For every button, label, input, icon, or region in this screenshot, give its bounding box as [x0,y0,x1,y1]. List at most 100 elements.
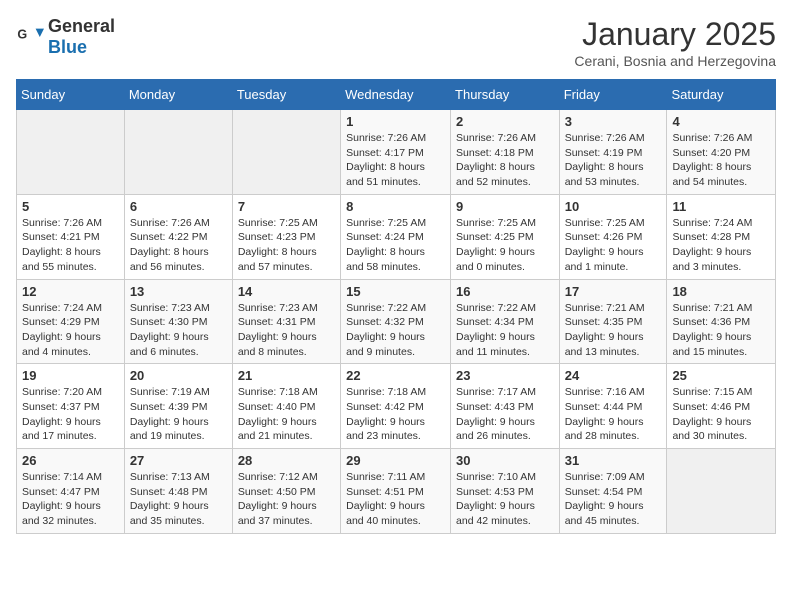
logo-text-general: General [48,16,115,36]
weekday-sunday: Sunday [17,80,125,110]
weekday-wednesday: Wednesday [341,80,451,110]
day-info: Sunrise: 7:14 AM Sunset: 4:47 PM Dayligh… [22,470,119,529]
day-number: 16 [456,284,554,299]
day-number: 28 [238,453,335,468]
day-number: 23 [456,368,554,383]
title-block: January 2025 Cerani, Bosnia and Herzegov… [574,16,776,69]
calendar-cell: 28 Sunrise: 7:12 AM Sunset: 4:50 PM Dayli… [232,449,340,534]
day-info: Sunrise: 7:11 AM Sunset: 4:51 PM Dayligh… [346,470,445,529]
day-info: Sunrise: 7:23 AM Sunset: 4:31 PM Dayligh… [238,301,335,360]
day-number: 20 [130,368,227,383]
day-info: Sunrise: 7:13 AM Sunset: 4:48 PM Dayligh… [130,470,227,529]
day-info: Sunrise: 7:09 AM Sunset: 4:54 PM Dayligh… [565,470,662,529]
day-info: Sunrise: 7:26 AM Sunset: 4:22 PM Dayligh… [130,216,227,275]
day-number: 2 [456,114,554,129]
logo-icon: G [16,23,44,51]
page-header: G General Blue January 2025 Cerani, Bosn… [16,16,776,69]
calendar-cell: 27Sunrise: 7:13 AM Sunset: 4:48 PM Dayli… [124,449,232,534]
calendar-cell: 7 Sunrise: 7:25 AM Sunset: 4:23 PM Daylig… [232,194,340,279]
day-number: 17 [565,284,662,299]
calendar-cell: 25Sunrise: 7:15 AM Sunset: 4:46 PM Dayli… [667,364,776,449]
calendar-cell [667,449,776,534]
weekday-monday: Monday [124,80,232,110]
day-number: 19 [22,368,119,383]
calendar-cell: 31 Sunrise: 7:09 AM Sunset: 4:54 PM Dayli… [559,449,667,534]
day-number: 24 [565,368,662,383]
location-subtitle: Cerani, Bosnia and Herzegovina [574,53,776,69]
day-info: Sunrise: 7:26 AM Sunset: 4:21 PM Dayligh… [22,216,119,275]
calendar-cell: 24 Sunrise: 7:16 AM Sunset: 4:44 PM Dayli… [559,364,667,449]
day-number: 15 [346,284,445,299]
day-number: 13 [130,284,227,299]
day-info: Sunrise: 7:21 AM Sunset: 4:35 PM Dayligh… [565,301,662,360]
day-info: Sunrise: 7:19 AM Sunset: 4:39 PM Dayligh… [130,385,227,444]
calendar-cell: 30Sunrise: 7:10 AM Sunset: 4:53 PM Dayli… [451,449,560,534]
month-title: January 2025 [574,16,776,53]
day-number: 29 [346,453,445,468]
calendar-cell: 12 Sunrise: 7:24 AM Sunset: 4:29 PM Dayli… [17,279,125,364]
day-number: 30 [456,453,554,468]
day-number: 26 [22,453,119,468]
weekday-tuesday: Tuesday [232,80,340,110]
day-number: 4 [672,114,770,129]
day-info: Sunrise: 7:12 AM Sunset: 4:50 PM Dayligh… [238,470,335,529]
calendar-cell: 20 Sunrise: 7:19 AM Sunset: 4:39 PM Dayli… [124,364,232,449]
calendar-cell: 17 Sunrise: 7:21 AM Sunset: 4:35 PM Dayli… [559,279,667,364]
day-number: 10 [565,199,662,214]
calendar-body: 1 Sunrise: 7:26 AM Sunset: 4:17 PM Daylig… [17,110,776,534]
weekday-header-row: SundayMondayTuesdayWednesdayThursdayFrid… [17,80,776,110]
calendar-cell: 14 Sunrise: 7:23 AM Sunset: 4:31 PM Dayli… [232,279,340,364]
day-number: 21 [238,368,335,383]
calendar-cell: 19Sunrise: 7:20 AM Sunset: 4:37 PM Dayli… [17,364,125,449]
day-number: 12 [22,284,119,299]
day-number: 31 [565,453,662,468]
day-number: 1 [346,114,445,129]
weekday-saturday: Saturday [667,80,776,110]
day-number: 6 [130,199,227,214]
day-info: Sunrise: 7:25 AM Sunset: 4:26 PM Dayligh… [565,216,662,275]
calendar-header: SundayMondayTuesdayWednesdayThursdayFrid… [17,80,776,110]
logo-text-blue: Blue [48,37,87,57]
calendar-cell [124,110,232,195]
calendar-table: SundayMondayTuesdayWednesdayThursdayFrid… [16,79,776,534]
calendar-cell: 18 Sunrise: 7:21 AM Sunset: 4:36 PM Dayli… [667,279,776,364]
calendar-cell: 2 Sunrise: 7:26 AM Sunset: 4:18 PM Daylig… [451,110,560,195]
calendar-cell: 8 Sunrise: 7:25 AM Sunset: 4:24 PM Daylig… [341,194,451,279]
calendar-cell: 5 Sunrise: 7:26 AM Sunset: 4:21 PM Daylig… [17,194,125,279]
day-info: Sunrise: 7:26 AM Sunset: 4:20 PM Dayligh… [672,131,770,190]
day-info: Sunrise: 7:24 AM Sunset: 4:29 PM Dayligh… [22,301,119,360]
day-number: 3 [565,114,662,129]
calendar-cell [232,110,340,195]
day-info: Sunrise: 7:26 AM Sunset: 4:17 PM Dayligh… [346,131,445,190]
calendar-cell [17,110,125,195]
day-info: Sunrise: 7:21 AM Sunset: 4:36 PM Dayligh… [672,301,770,360]
day-info: Sunrise: 7:26 AM Sunset: 4:19 PM Dayligh… [565,131,662,190]
calendar-week-5: 26 Sunrise: 7:14 AM Sunset: 4:47 PM Dayli… [17,449,776,534]
calendar-week-3: 12 Sunrise: 7:24 AM Sunset: 4:29 PM Dayli… [17,279,776,364]
calendar-cell: 3 Sunrise: 7:26 AM Sunset: 4:19 PM Daylig… [559,110,667,195]
calendar-week-2: 5 Sunrise: 7:26 AM Sunset: 4:21 PM Daylig… [17,194,776,279]
calendar-cell: 21 Sunrise: 7:18 AM Sunset: 4:40 PM Dayli… [232,364,340,449]
calendar-week-4: 19Sunrise: 7:20 AM Sunset: 4:37 PM Dayli… [17,364,776,449]
day-number: 7 [238,199,335,214]
day-info: Sunrise: 7:25 AM Sunset: 4:24 PM Dayligh… [346,216,445,275]
calendar-cell: 4 Sunrise: 7:26 AM Sunset: 4:20 PM Daylig… [667,110,776,195]
day-number: 14 [238,284,335,299]
day-info: Sunrise: 7:18 AM Sunset: 4:40 PM Dayligh… [238,385,335,444]
day-number: 11 [672,199,770,214]
logo: G General Blue [16,16,115,58]
day-info: Sunrise: 7:26 AM Sunset: 4:18 PM Dayligh… [456,131,554,190]
day-number: 18 [672,284,770,299]
calendar-week-1: 1 Sunrise: 7:26 AM Sunset: 4:17 PM Daylig… [17,110,776,195]
calendar-cell: 15Sunrise: 7:22 AM Sunset: 4:32 PM Dayli… [341,279,451,364]
day-info: Sunrise: 7:25 AM Sunset: 4:23 PM Dayligh… [238,216,335,275]
svg-text:G: G [17,27,27,41]
calendar-cell: 13 Sunrise: 7:23 AM Sunset: 4:30 PM Dayli… [124,279,232,364]
day-info: Sunrise: 7:16 AM Sunset: 4:44 PM Dayligh… [565,385,662,444]
day-number: 5 [22,199,119,214]
calendar-cell: 16 Sunrise: 7:22 AM Sunset: 4:34 PM Dayli… [451,279,560,364]
day-info: Sunrise: 7:23 AM Sunset: 4:30 PM Dayligh… [130,301,227,360]
day-info: Sunrise: 7:22 AM Sunset: 4:34 PM Dayligh… [456,301,554,360]
weekday-friday: Friday [559,80,667,110]
day-number: 8 [346,199,445,214]
